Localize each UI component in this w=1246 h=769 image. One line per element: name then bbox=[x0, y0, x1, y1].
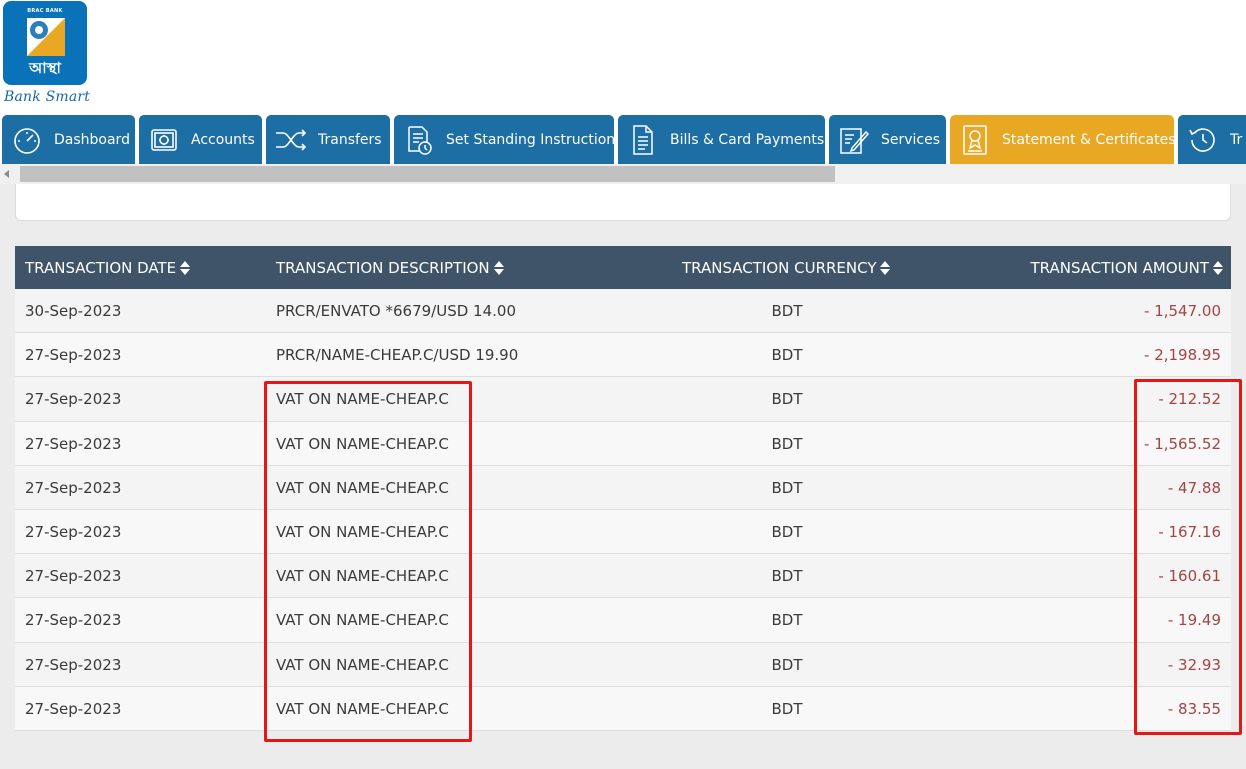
column-header-date[interactable]: TRANSACTION DATE bbox=[25, 246, 191, 289]
cell-currency: BDT bbox=[771, 611, 803, 630]
column-header-label: TRANSACTION CURRENCY bbox=[682, 258, 877, 277]
cell-date: 27-Sep-2023 bbox=[25, 699, 122, 718]
table-row: 27-Sep-2023 VAT ON NAME-CHEAP.C BDT - 21… bbox=[15, 377, 1231, 422]
transactions-table: TRANSACTION DATE TRANSACTION DESCRIPTION… bbox=[15, 246, 1231, 731]
tab-label: Services bbox=[881, 131, 941, 148]
tab-transfers[interactable]: Transfers bbox=[266, 115, 390, 164]
main-nav-tabs: Dashboard Accounts Transfers Set Standin… bbox=[0, 114, 1246, 164]
document-icon bbox=[626, 123, 660, 157]
column-header-currency[interactable]: TRANSACTION CURRENCY bbox=[682, 246, 891, 289]
certificate-icon bbox=[958, 123, 992, 157]
cell-date: 27-Sep-2023 bbox=[25, 522, 122, 541]
filter-panel bbox=[15, 184, 1231, 221]
cell-currency: BDT bbox=[771, 478, 803, 497]
cell-currency: BDT bbox=[771, 655, 803, 674]
table-row: 27-Sep-2023 VAT ON NAME-CHEAP.C BDT - 19… bbox=[15, 598, 1231, 643]
cell-description: PRCR/NAME-CHEAP.C/USD 19.90 bbox=[276, 346, 519, 365]
cell-date: 27-Sep-2023 bbox=[25, 567, 122, 586]
cell-date: 27-Sep-2023 bbox=[25, 434, 122, 453]
table-row: 27-Sep-2023 VAT ON NAME-CHEAP.C BDT - 32… bbox=[15, 642, 1231, 687]
column-header-description[interactable]: TRANSACTION DESCRIPTION bbox=[276, 246, 504, 289]
table-body: 30-Sep-2023 PRCR/ENVATO *6679/USD 14.00 … bbox=[15, 289, 1231, 731]
sort-icon[interactable] bbox=[493, 260, 504, 275]
bank-logo[interactable]: BRAC BANK আস্থা bbox=[3, 1, 87, 85]
cell-date: 27-Sep-2023 bbox=[25, 655, 122, 674]
table-row: 27-Sep-2023 VAT ON NAME-CHEAP.C BDT - 16… bbox=[15, 554, 1231, 599]
scroll-left-icon[interactable] bbox=[4, 170, 9, 178]
highlight-box-description bbox=[264, 381, 472, 742]
cell-currency: BDT bbox=[771, 434, 803, 453]
pen-paper-icon bbox=[837, 123, 871, 157]
logo-tagline: Bank Smart bbox=[4, 89, 91, 105]
column-header-amount[interactable]: TRANSACTION AMOUNT bbox=[1031, 246, 1223, 289]
tab-label: Tr bbox=[1230, 131, 1243, 148]
tab-label: Bills & Card Payments bbox=[670, 131, 825, 148]
table-header: TRANSACTION DATE TRANSACTION DESCRIPTION… bbox=[15, 246, 1231, 289]
table-row: 27-Sep-2023 VAT ON NAME-CHEAP.C BDT - 1,… bbox=[15, 421, 1231, 466]
shuffle-icon bbox=[274, 123, 308, 157]
cell-amount: - 2,198.95 bbox=[1144, 346, 1221, 365]
cell-currency: BDT bbox=[771, 346, 803, 365]
cell-date: 30-Sep-2023 bbox=[25, 302, 122, 320]
tab-label: Transfers bbox=[318, 131, 382, 148]
column-header-label: TRANSACTION DATE bbox=[25, 258, 177, 277]
cell-date: 27-Sep-2023 bbox=[25, 478, 122, 497]
table-row: 27-Sep-2023 VAT ON NAME-CHEAP.C BDT - 83… bbox=[15, 686, 1231, 731]
history-icon bbox=[1186, 123, 1220, 157]
highlight-box-amount bbox=[1134, 379, 1242, 735]
tab-accounts[interactable]: Accounts bbox=[139, 115, 262, 164]
cell-date: 27-Sep-2023 bbox=[25, 390, 122, 409]
sort-icon[interactable] bbox=[880, 260, 891, 275]
column-header-label: TRANSACTION AMOUNT bbox=[1030, 258, 1209, 277]
speedometer-icon bbox=[10, 123, 44, 157]
cell-currency: BDT bbox=[771, 522, 803, 541]
tab-label: Set Standing Instruction bbox=[446, 131, 614, 148]
tab-dashboard[interactable]: Dashboard bbox=[2, 115, 135, 164]
document-clock-icon bbox=[402, 123, 436, 157]
table-row: 27-Sep-2023 VAT ON NAME-CHEAP.C BDT - 16… bbox=[15, 509, 1231, 555]
scrollbar-thumb[interactable] bbox=[20, 166, 835, 182]
tab-transaction-history[interactable]: Tr bbox=[1178, 115, 1246, 164]
logo-brand-text: BRAC BANK bbox=[27, 8, 63, 14]
logo-script-text: আস্থা bbox=[29, 59, 61, 77]
cell-date: 27-Sep-2023 bbox=[25, 346, 122, 365]
tab-label: Statement & Certificates bbox=[1002, 131, 1174, 148]
sort-icon[interactable] bbox=[1213, 260, 1223, 275]
cell-currency: BDT bbox=[771, 302, 803, 320]
logo-mark-icon bbox=[27, 18, 65, 56]
tab-bills-card-payments[interactable]: Bills & Card Payments bbox=[618, 115, 825, 164]
cell-amount: - 1,547.00 bbox=[1144, 302, 1221, 320]
sort-icon[interactable] bbox=[180, 260, 191, 275]
table-row: 30-Sep-2023 PRCR/ENVATO *6679/USD 14.00 … bbox=[15, 289, 1231, 334]
cell-currency: BDT bbox=[771, 390, 803, 409]
horizontal-scrollbar[interactable] bbox=[0, 164, 1246, 184]
column-header-label: TRANSACTION DESCRIPTION bbox=[276, 258, 490, 277]
tab-statement-certificates[interactable]: Statement & Certificates bbox=[950, 115, 1174, 164]
table-row: 27-Sep-2023 PRCR/NAME-CHEAP.C/USD 19.90 … bbox=[15, 333, 1231, 378]
app-header: BRAC BANK আস্থা Bank Smart bbox=[0, 0, 1246, 114]
cell-description: PRCR/ENVATO *6679/USD 14.00 bbox=[276, 302, 516, 320]
table-row: 27-Sep-2023 VAT ON NAME-CHEAP.C BDT - 47… bbox=[15, 465, 1231, 510]
tab-label: Dashboard bbox=[54, 131, 130, 148]
safe-icon bbox=[147, 123, 181, 157]
cell-currency: BDT bbox=[771, 699, 803, 718]
tab-services[interactable]: Services bbox=[829, 115, 946, 164]
tab-set-standing-instruction[interactable]: Set Standing Instruction bbox=[394, 115, 614, 164]
cell-currency: BDT bbox=[771, 567, 803, 586]
tab-label: Accounts bbox=[191, 131, 255, 148]
cell-date: 27-Sep-2023 bbox=[25, 611, 122, 630]
